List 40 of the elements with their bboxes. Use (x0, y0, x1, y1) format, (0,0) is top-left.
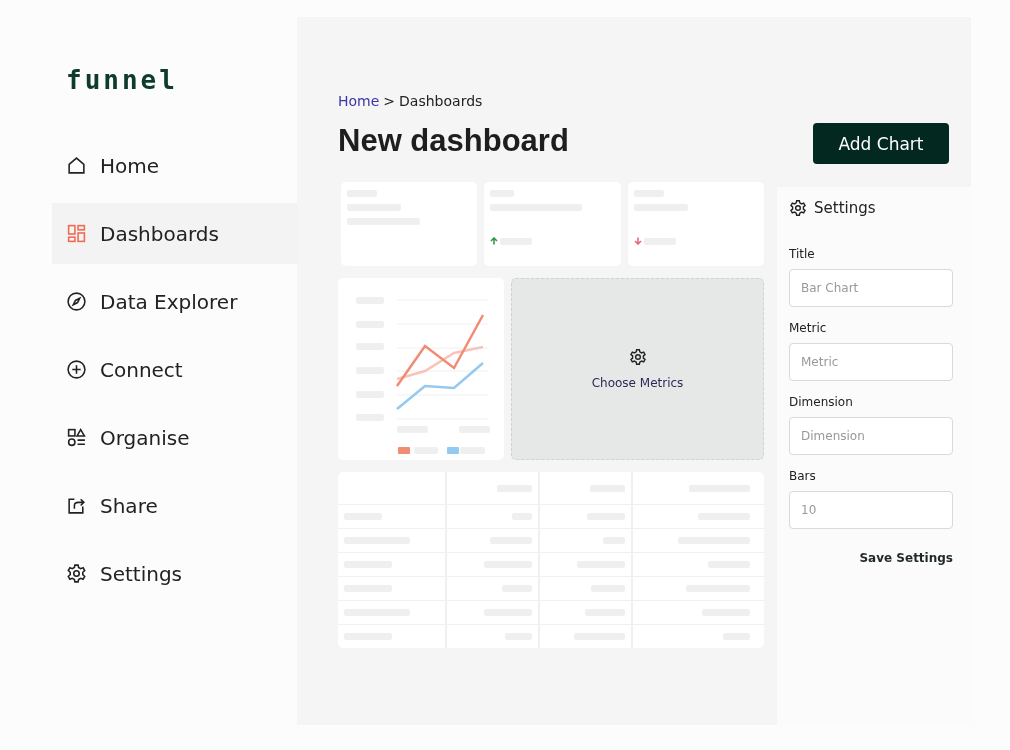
gear-icon (66, 563, 87, 584)
legend-swatch (447, 447, 459, 454)
dashboard-icon (66, 223, 87, 244)
compass-icon (66, 291, 87, 312)
arrow-down-icon (633, 237, 642, 245)
sidebar-item[interactable]: Organise (52, 407, 297, 468)
placeholder-bar (460, 447, 485, 454)
sidebar-item[interactable]: Share (52, 475, 297, 536)
breadcrumb-separator: > (383, 93, 396, 109)
breadcrumb-current: Dashboards (399, 93, 483, 109)
field-label: Dimension (789, 395, 854, 409)
field-label: Title (789, 247, 816, 261)
share-icon (66, 495, 87, 516)
plus-circle-icon (66, 359, 87, 380)
sidebar-item[interactable]: Home (52, 135, 297, 196)
choose-metrics-label: Choose Metrics (591, 376, 684, 390)
settings-title: Settings (814, 199, 876, 217)
legend-swatch (398, 447, 410, 454)
save-settings-button[interactable]: Save Settings (855, 547, 957, 569)
arrow-up-icon (490, 237, 499, 245)
sidebar-item[interactable]: Dashboards (52, 203, 297, 264)
logo: funnel (66, 65, 179, 95)
shapes-icon (66, 427, 87, 448)
sidebar-item[interactable]: Data Explorer (52, 271, 297, 332)
page-title: New dashboard (338, 122, 569, 159)
gear-icon (628, 348, 647, 366)
add-chart-button[interactable]: Add Chart (813, 123, 949, 164)
empty-widget[interactable]: Choose Metrics (511, 278, 764, 460)
input-field[interactable]: Dimension (789, 417, 953, 455)
home-icon (66, 155, 87, 176)
input-field[interactable]: Bar Chart (789, 269, 953, 307)
sidebar-item[interactable]: Settings (52, 543, 297, 604)
gear-icon (789, 199, 807, 217)
breadcrumb-link[interactable]: Home (338, 93, 380, 109)
field-label: Bars (789, 469, 817, 483)
sidebar-item[interactable]: Connect (52, 339, 297, 400)
placeholder-bar (643, 237, 676, 245)
input-field[interactable]: Metric (789, 343, 953, 381)
field-label: Metric (789, 321, 828, 335)
input-field[interactable]: 10 (789, 491, 953, 529)
